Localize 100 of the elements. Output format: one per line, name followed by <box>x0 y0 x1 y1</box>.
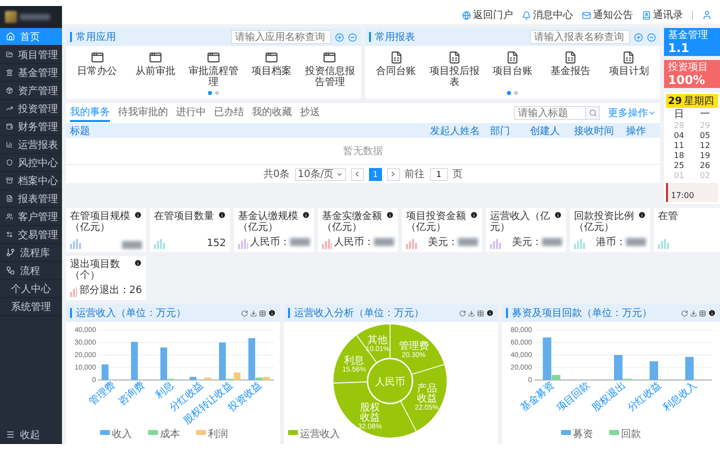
search-icon <box>588 109 596 117</box>
calendar-day[interactable]: 18 <box>666 151 692 160</box>
currency-label: 美元： <box>512 236 542 249</box>
page-dot[interactable] <box>507 91 511 95</box>
slice-label: 管理费 <box>398 340 429 352</box>
info-icon[interactable] <box>268 309 276 317</box>
header-link[interactable]: 通讯录 <box>642 8 683 22</box>
window-icon <box>148 51 162 64</box>
panel-title: 常用应用 <box>76 30 117 44</box>
collapse-icon[interactable] <box>348 32 357 42</box>
category-label: 利息收入 <box>661 380 700 414</box>
category-label: 利息 <box>154 380 176 402</box>
caret-icon <box>648 109 656 117</box>
shortcut-item[interactable]: 项目计划 <box>600 51 658 88</box>
table-icon[interactable] <box>259 310 266 316</box>
search-field[interactable]: 请输入报表名称查询 <box>530 30 630 44</box>
add-icon[interactable] <box>335 32 344 42</box>
download-icon[interactable] <box>468 310 475 316</box>
calendar-day[interactable]: 12 <box>692 141 718 150</box>
tab[interactable]: 进行中 <box>176 104 206 122</box>
legend-label: 运营收入 <box>300 429 340 440</box>
bar <box>685 356 694 380</box>
shortcut-item[interactable]: 基金报告 <box>542 51 600 88</box>
legend-swatch <box>288 430 298 435</box>
shortcut-item[interactable]: 从前审批 <box>126 51 184 88</box>
wallet-icon <box>6 122 13 131</box>
refresh-icon[interactable] <box>681 310 688 316</box>
info-icon[interactable] <box>134 211 142 219</box>
column-header: 操作 <box>626 124 647 138</box>
tab[interactable]: 待我审批的 <box>118 104 168 122</box>
document-icon <box>6 194 13 203</box>
calendar-day[interactable]: 05 <box>692 131 718 140</box>
stat-title: 退出项目数（个） <box>70 259 121 281</box>
user-icon[interactable] <box>702 10 712 20</box>
shortcut-item[interactable]: 审批流程管理 <box>184 51 243 88</box>
calendar-day[interactable]: 11 <box>666 141 692 150</box>
add-icon[interactable] <box>634 32 643 42</box>
refresh-icon[interactable] <box>241 310 248 316</box>
search-field[interactable]: 请输入标题 <box>514 106 600 120</box>
shortcut-item[interactable]: 项目档案 <box>242 51 301 88</box>
page-dot[interactable] <box>514 91 518 95</box>
shortcut-item[interactable]: 项目投后报表 <box>425 51 484 88</box>
page-input[interactable]: 1 <box>430 168 448 180</box>
weekday-header: 一 <box>699 109 711 120</box>
folder-icon <box>6 50 13 59</box>
info-icon[interactable] <box>470 211 478 219</box>
legend-swatch <box>148 430 158 435</box>
header-link[interactable]: 通知公告 <box>582 8 633 22</box>
info-icon[interactable] <box>302 211 310 219</box>
column-header: 部门 <box>490 124 511 138</box>
spreadsheet-icon <box>390 51 403 64</box>
trend-icon <box>6 104 13 113</box>
currency-label: 人民币： <box>334 236 374 249</box>
tab[interactable]: 抄送 <box>300 104 320 122</box>
shortcut-item[interactable]: 日常办公 <box>68 51 126 88</box>
info-icon[interactable] <box>638 211 646 219</box>
empty-message: 暂无数据 <box>343 144 383 158</box>
header-link[interactable]: 消息中心 <box>522 8 573 22</box>
shortcut-item[interactable]: 合同台账 <box>367 51 426 88</box>
archive-icon <box>6 176 13 185</box>
refresh-icon[interactable] <box>459 310 466 316</box>
tab[interactable]: 我的收藏 <box>252 104 292 122</box>
search-field[interactable]: 请输入应用名称查询 <box>231 30 331 44</box>
calendar-day[interactable]: 04 <box>666 131 692 140</box>
event-item[interactable]: 17:00 <box>666 183 718 202</box>
table-icon[interactable] <box>699 310 706 316</box>
page-dot[interactable] <box>215 91 219 95</box>
shortcut-item[interactable]: 投资信息报告管理 <box>300 51 359 88</box>
flow-icon <box>6 266 15 275</box>
page-dot[interactable] <box>208 91 212 95</box>
info-icon[interactable] <box>134 259 142 267</box>
bar <box>204 378 212 380</box>
tab[interactable]: 已办结 <box>214 104 244 122</box>
caret-icon <box>336 170 343 178</box>
page-size-select[interactable]: 10条/页 <box>294 168 346 180</box>
contacts-icon <box>642 10 651 20</box>
search-button[interactable] <box>585 107 599 119</box>
info-icon[interactable] <box>486 309 494 317</box>
column-header: 发起人姓名 <box>430 124 481 138</box>
info-icon[interactable] <box>218 211 226 219</box>
info-icon[interactable] <box>386 211 394 219</box>
bank-icon <box>6 68 13 77</box>
calendar-day[interactable]: 19 <box>692 151 718 160</box>
header-link[interactable]: 返回门户 <box>462 8 513 22</box>
bar-chart-icon <box>6 140 13 149</box>
download-icon[interactable] <box>690 310 697 316</box>
table-icon[interactable] <box>477 310 484 316</box>
stat-value: 部分退出：26 <box>79 284 142 297</box>
currency-label: 港币： <box>596 236 626 249</box>
info-icon[interactable] <box>708 309 716 317</box>
calendar-day[interactable]: 25 <box>666 161 692 170</box>
info-icon[interactable] <box>554 211 562 219</box>
calendar-day[interactable]: 26 <box>692 161 718 170</box>
stat-title: 在管项目数量 <box>154 211 214 222</box>
download-icon[interactable] <box>250 310 257 316</box>
card-title: 投资项目 <box>668 62 709 72</box>
collapse-icon[interactable] <box>647 32 656 42</box>
legend-label: 回款 <box>621 429 641 440</box>
window-icon <box>323 51 336 64</box>
shortcut-item[interactable]: 项目台账 <box>483 51 542 88</box>
